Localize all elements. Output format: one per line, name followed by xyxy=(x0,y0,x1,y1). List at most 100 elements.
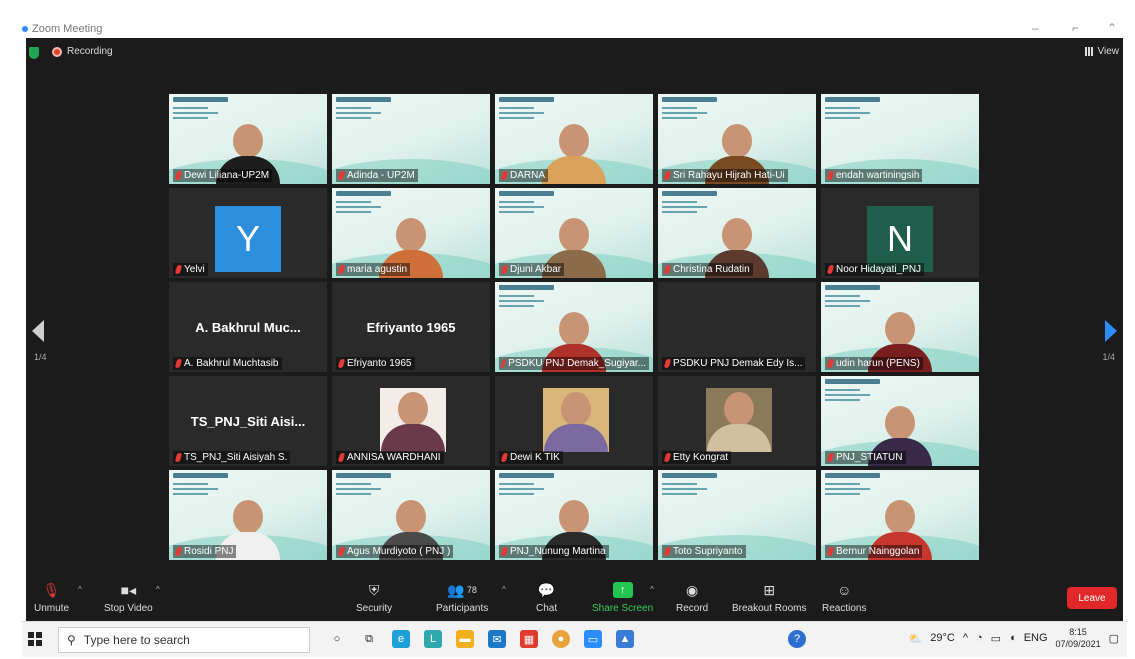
stop-video-button[interactable]: ■◂ Stop Video xyxy=(104,581,153,615)
participant-tile[interactable]: PSDKU PNJ Demak Edy Is... xyxy=(658,282,816,372)
chat-button[interactable]: 💬 Chat xyxy=(536,581,557,615)
clock[interactable]: 8:15 07/09/2021 xyxy=(1056,626,1101,650)
video-options-caret-icon[interactable]: ^ xyxy=(156,585,160,594)
participant-tile[interactable]: endah wartiningsih xyxy=(821,94,979,184)
security-button[interactable]: ⛨ Security xyxy=(356,581,392,615)
share-options-caret-icon[interactable]: ^ xyxy=(650,585,654,594)
search-placeholder: Type here to search xyxy=(83,633,190,647)
participant-tile[interactable]: Christina Rudatin xyxy=(658,188,816,278)
participant-name-label: Djuni Akbar xyxy=(499,263,565,276)
security-shield-icon[interactable] xyxy=(29,47,39,59)
edge-browser-icon[interactable]: e xyxy=(392,630,410,648)
participant-display-name: TS_PNJ_Siti Aisi... xyxy=(190,414,306,429)
participant-name-label: Etty Kongrat xyxy=(662,451,732,464)
participant-tile[interactable]: Dewi Liliana-UP2M xyxy=(169,94,327,184)
participant-tile[interactable]: Rosidi PNJ xyxy=(169,470,327,560)
avatar: Y xyxy=(215,206,281,272)
task-view-icon[interactable]: ⧉ xyxy=(360,630,378,648)
meeting-stage: Recording View 1/4 1/4 Dewi Liliana-UP2M… xyxy=(26,38,1123,621)
photos-icon[interactable]: ▲ xyxy=(616,630,634,648)
participant-tile[interactable]: Etty Kongrat xyxy=(658,376,816,466)
participant-photo xyxy=(543,388,609,452)
mic-muted-icon xyxy=(826,547,835,556)
chrome-icon[interactable]: ● xyxy=(552,630,570,648)
notification-icon[interactable]: ▢ xyxy=(1109,632,1119,645)
volume-icon[interactable]: ◖ xyxy=(1009,632,1016,644)
participant-photo xyxy=(380,388,446,452)
participants-button[interactable]: 👥 78 Participants xyxy=(436,581,488,615)
participant-tile[interactable]: Sri Rahayu Hijrah Hati-Ui xyxy=(658,94,816,184)
zoom-taskbar-icon[interactable]: ▭ xyxy=(584,630,602,648)
participant-name-label: Bernur Nainggolan xyxy=(825,545,923,558)
tray-chevron-icon[interactable]: ^ xyxy=(963,632,968,644)
participant-name: maria agustin xyxy=(347,264,408,275)
leave-button[interactable]: Leave xyxy=(1067,587,1117,609)
view-label: View xyxy=(1097,46,1120,57)
participant-name-label: Dewi K TIK xyxy=(499,451,563,464)
participant-tile[interactable]: A. Bakhrul Muc... A. Bakhrul Muchtasib xyxy=(169,282,327,372)
participant-tile[interactable]: Bernur Nainggolan xyxy=(821,470,979,560)
zoom-app: Zoom Meeting – ⌐ ⌃ Recording View 1/4 1/… xyxy=(0,0,1135,659)
app-l-icon[interactable]: L xyxy=(424,630,442,648)
participant-name: DARNA xyxy=(510,170,546,181)
participant-tile[interactable]: PNJ_Nunung Martina xyxy=(495,470,653,560)
page-indicator-left: 1/4 xyxy=(34,352,47,362)
file-explorer-icon[interactable]: ▬ xyxy=(456,630,474,648)
participant-tile[interactable]: maria agustin xyxy=(332,188,490,278)
participant-tile[interactable]: PSDKU PNJ Demak_Sugiyar... xyxy=(495,282,653,372)
participants-caret-icon[interactable]: ^ xyxy=(502,585,506,594)
mic-muted-icon xyxy=(337,171,346,180)
participant-tile[interactable]: PNJ_STIATUN xyxy=(821,376,979,466)
record-button[interactable]: ◉ Record xyxy=(676,581,709,615)
mic-muted-icon xyxy=(826,453,835,462)
participant-tile[interactable]: Efriyanto 1965 Efriyanto 1965 xyxy=(332,282,490,372)
weather-icon[interactable]: ⛅ xyxy=(909,632,923,645)
windows-start-icon[interactable] xyxy=(28,632,42,646)
participant-name-label: Christina Rudatin xyxy=(662,263,753,276)
mic-muted-icon xyxy=(663,547,672,556)
language[interactable]: ENG xyxy=(1024,632,1048,644)
participant-name: Dewi K TIK xyxy=(510,452,560,463)
mic-muted-icon: 🎙 xyxy=(42,581,61,598)
audio-options-caret-icon[interactable]: ^ xyxy=(78,585,82,594)
office-icon[interactable]: ▦ xyxy=(520,630,538,648)
participant-tile[interactable]: DARNA xyxy=(495,94,653,184)
recording-indicator[interactable]: Recording xyxy=(52,46,113,57)
participant-tile[interactable]: Adinda - UP2M xyxy=(332,94,490,184)
share-screen-button[interactable]: ↑ Share Screen xyxy=(592,581,653,614)
help-icon[interactable]: ? xyxy=(788,630,806,648)
participant-tile[interactable]: Toto Supriyanto xyxy=(658,470,816,560)
mic-muted-icon xyxy=(174,265,183,274)
participant-tile[interactable]: Agus Murdiyoto ( PNJ ) xyxy=(332,470,490,560)
participant-name: TS_PNJ_Siti Aisiyah S. xyxy=(184,452,288,463)
participant-tile[interactable]: ANNISA WARDHANI xyxy=(332,376,490,466)
record-label: Record xyxy=(676,603,709,614)
participant-tile[interactable]: Dewi K TIK xyxy=(495,376,653,466)
minimize-icon[interactable]: – xyxy=(1032,21,1039,35)
participant-tile[interactable]: Y Yelvi xyxy=(169,188,327,278)
participant-tile[interactable]: udin harun (PENS) xyxy=(821,282,979,372)
share-screen-label: Share Screen xyxy=(592,603,654,614)
participant-name: PSDKU PNJ Demak Edy Is... xyxy=(673,358,803,369)
network-icon[interactable]: ◔ xyxy=(976,632,983,644)
presentation-slide xyxy=(825,97,885,141)
mail-icon[interactable]: ✉ xyxy=(488,630,506,648)
close-icon[interactable]: ⌃ xyxy=(1107,21,1117,35)
temperature[interactable]: 29°C xyxy=(930,632,955,644)
prev-page-arrow-icon[interactable] xyxy=(32,320,44,342)
mic-muted-icon xyxy=(500,453,509,462)
unmute-button[interactable]: 🎙 Unmute xyxy=(34,581,69,615)
participant-tile[interactable]: N Noor Hidayati_PNJ xyxy=(821,188,979,278)
participant-tile[interactable]: Djuni Akbar xyxy=(495,188,653,278)
view-button[interactable]: View xyxy=(1084,46,1120,57)
participant-name-label: PNJ_STIATUN xyxy=(825,451,906,464)
participant-tile[interactable]: TS_PNJ_Siti Aisi... TS_PNJ_Siti Aisiyah S… xyxy=(169,376,327,466)
taskbar-search-box[interactable]: ⚲ Type here to search xyxy=(58,627,310,653)
mic-muted-icon xyxy=(337,265,346,274)
battery-icon[interactable]: ▭ xyxy=(991,632,1001,645)
reactions-button[interactable]: ☺ Reactions xyxy=(822,581,866,614)
breakout-rooms-button[interactable]: ⊞ Breakout Rooms xyxy=(732,581,806,615)
cortana-icon[interactable]: ○ xyxy=(328,630,346,648)
next-page-arrow-icon[interactable] xyxy=(1105,320,1117,342)
maximize-icon[interactable]: ⌐ xyxy=(1072,21,1079,35)
